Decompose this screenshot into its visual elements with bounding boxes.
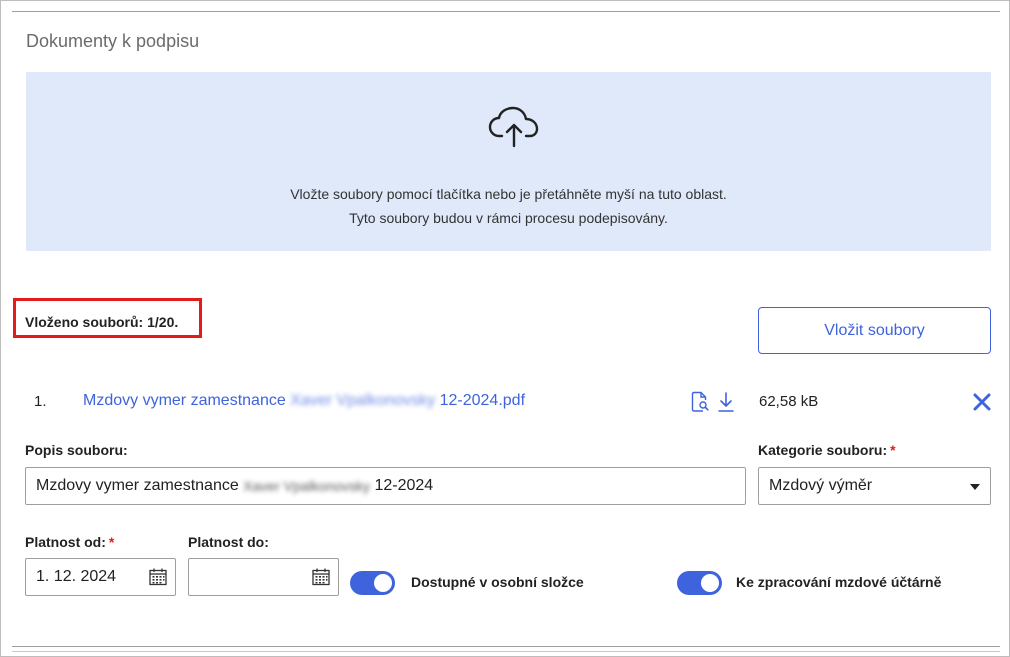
payroll-toggle[interactable]	[677, 571, 722, 595]
personal-folder-label: Dostupné v osobní složce	[411, 574, 584, 590]
required-marker: *	[108, 534, 115, 550]
file-name-suffix: 12-2024.pdf	[435, 392, 526, 409]
file-name-prefix: Mzdovy vymer zamestnance	[83, 392, 291, 409]
cloud-upload-icon	[488, 106, 539, 148]
calendar-icon[interactable]	[148, 567, 168, 587]
required-marker: *	[890, 442, 896, 458]
file-actions	[691, 390, 735, 414]
description-suffix: 12-2024	[370, 477, 434, 494]
personal-folder-toggle[interactable]	[350, 571, 395, 595]
remove-file-button[interactable]	[971, 391, 993, 413]
category-select[interactable]: Mzdový výměr	[758, 467, 991, 505]
upload-files-button[interactable]: Vložit soubory	[758, 307, 991, 354]
download-icon[interactable]	[717, 391, 735, 413]
description-label: Popis souboru:	[25, 442, 128, 458]
valid-to-label: Platnost do:	[188, 534, 269, 550]
valid-from-label: Platnost od: *	[25, 534, 114, 550]
file-dropzone[interactable]: Vložte soubory pomocí tlačítka nebo je p…	[26, 72, 991, 251]
file-size: 62,58 kB	[759, 393, 819, 410]
bottom-divider	[12, 646, 1000, 647]
file-name-link[interactable]: Mzdovy vymer zamestnance Xaver Vpalkonov…	[83, 392, 525, 410]
description-redacted: Xaver Vpalkonovsky	[243, 478, 371, 494]
dropzone-instruction: Vložte soubory pomocí tlačítka nebo je p…	[290, 186, 727, 202]
valid-from-date-input[interactable]: 1. 12. 2024	[25, 558, 176, 596]
valid-from-label-text: Platnost od:	[25, 534, 106, 550]
category-selected-value: Mzdový výměr	[769, 477, 873, 494]
description-prefix: Mzdovy vymer zamestnance	[36, 477, 244, 494]
valid-from-value: 1. 12. 2024	[36, 568, 117, 585]
top-divider	[12, 11, 1000, 12]
documents-panel: Dokumenty k podpisu Vložte soubory pomoc…	[0, 0, 1010, 657]
toggle-knob	[374, 574, 392, 592]
category-label-text: Kategorie souboru:	[758, 442, 888, 458]
payroll-label: Ke zpracování mzdové účtárně	[736, 574, 942, 590]
file-index: 1.	[34, 393, 47, 410]
category-label: Kategorie souboru: *	[758, 442, 896, 458]
preview-icon[interactable]	[691, 391, 709, 413]
bottom-divider-secondary	[12, 651, 1000, 652]
file-count: Vloženo souborů: 1/20.	[25, 314, 179, 330]
valid-to-date-input[interactable]	[188, 558, 339, 596]
dropzone-note: Tyto soubory budou v rámci procesu podep…	[349, 210, 668, 226]
caret-down-icon	[970, 484, 980, 490]
toggle-knob	[701, 574, 719, 592]
calendar-icon[interactable]	[311, 567, 331, 587]
section-title: Dokumenty k podpisu	[26, 31, 200, 51]
close-icon	[973, 393, 991, 411]
file-name-redacted: Xaver Vpalkonovsky	[290, 392, 436, 409]
description-input[interactable]: Mzdovy vymer zamestnance Xaver Vpalkonov…	[25, 467, 746, 505]
